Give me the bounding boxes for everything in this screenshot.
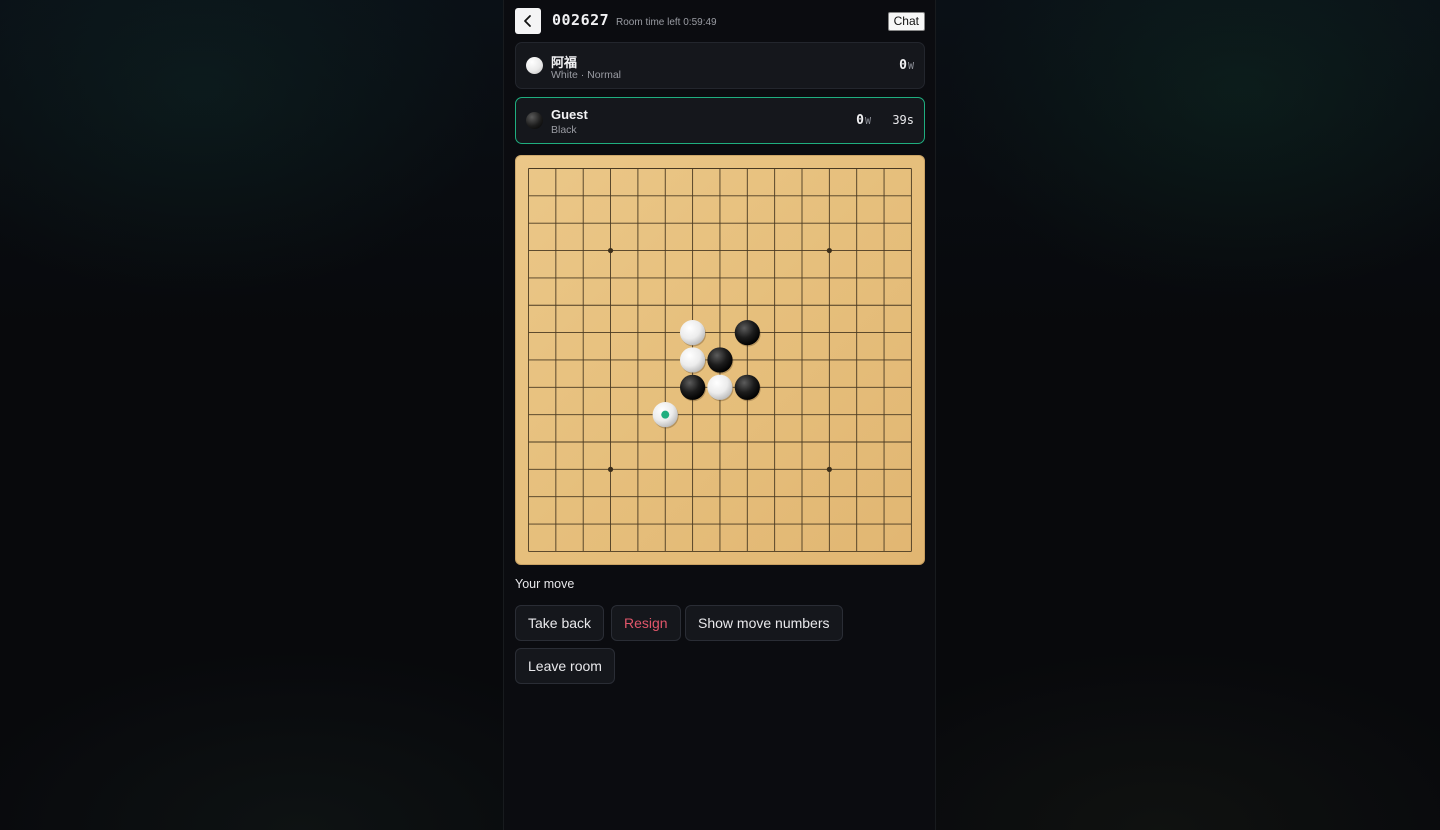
black-stone-icon: [526, 112, 543, 129]
star-point: [607, 247, 614, 254]
black-stone: [707, 347, 733, 373]
player-score: 0W: [899, 58, 914, 73]
board-grid[interactable]: [515, 155, 925, 565]
player-card-white: 阿福 White · Normal 0W: [515, 42, 925, 89]
player-score: 0W: [856, 113, 871, 128]
last-move-marker: [661, 410, 670, 419]
back-button[interactable]: [515, 8, 541, 34]
black-stone: [680, 374, 706, 400]
black-stone: [734, 374, 760, 400]
score-unit: W: [864, 116, 871, 127]
score-value: 0: [856, 113, 864, 128]
star-point: [826, 247, 832, 254]
white-stone: [680, 320, 706, 346]
turn-timer: 39s: [892, 113, 914, 127]
white-stone: [707, 374, 733, 400]
player-subtitle: Black: [551, 124, 577, 136]
score-value: 0: [899, 58, 907, 73]
star-point: [607, 466, 614, 472]
room-time-left: Room time left 0:59:49: [616, 17, 717, 28]
player-card-black: Guest Black 0W 39s: [515, 97, 925, 144]
black-stone: [734, 320, 760, 346]
white-stone: [680, 347, 706, 373]
gomoku-board[interactable]: [515, 155, 925, 565]
show-move-numbers-button[interactable]: Show move numbers: [685, 605, 843, 641]
resign-button[interactable]: Resign: [611, 605, 681, 641]
chevron-left-icon: [524, 15, 531, 27]
chat-button[interactable]: Chat: [887, 12, 925, 31]
take-back-button[interactable]: Take back: [515, 605, 605, 641]
score-unit: W: [907, 61, 914, 72]
leave-room-button[interactable]: Leave room: [515, 648, 615, 684]
white-stone-icon: [526, 57, 543, 74]
room-code: 002627: [552, 11, 610, 29]
status-text: Your move: [515, 577, 575, 591]
player-subtitle: White · Normal: [551, 69, 622, 81]
player-name: Guest: [551, 107, 588, 122]
room-header: 002627 Room time left 0:59:49 Chat: [515, 8, 925, 34]
star-point: [826, 466, 832, 472]
